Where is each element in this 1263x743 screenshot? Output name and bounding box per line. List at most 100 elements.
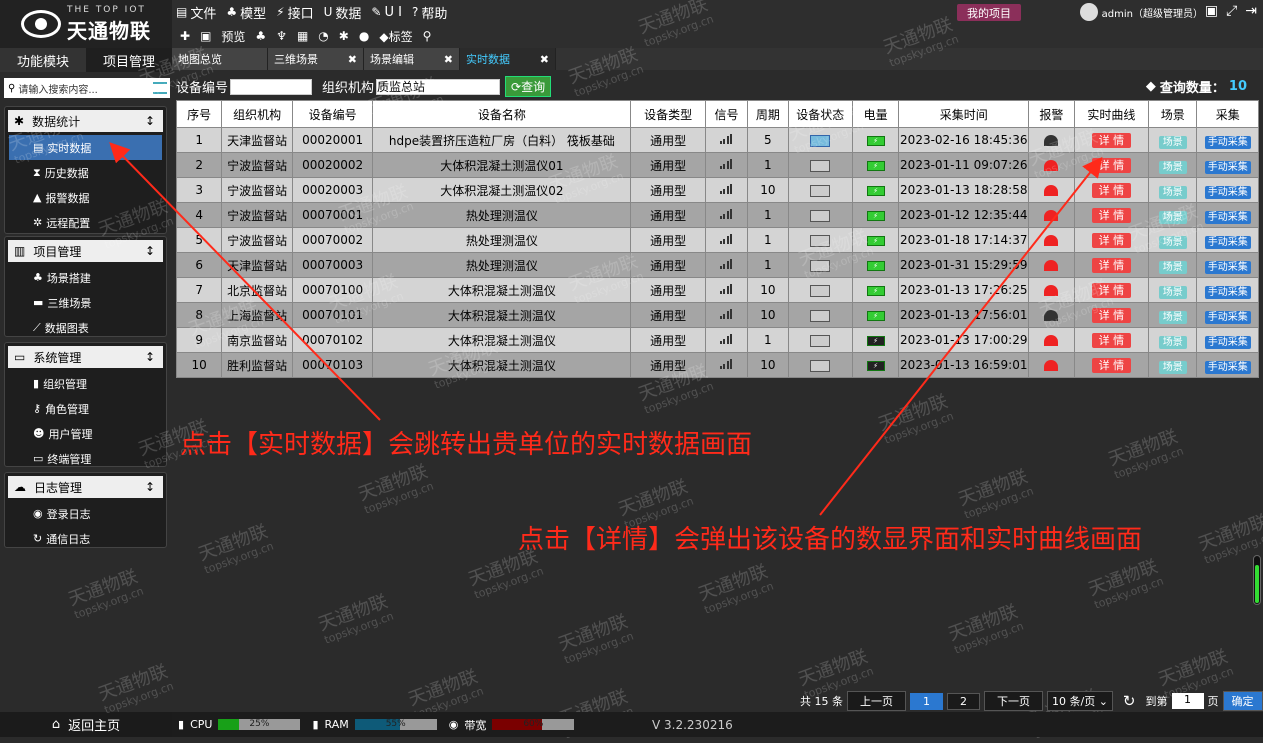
- scroll-indicator[interactable]: [1253, 555, 1261, 605]
- detail-button[interactable]: 详 情: [1091, 258, 1132, 273]
- page-size-select[interactable]: 10 条/页 ⌄: [1047, 691, 1113, 711]
- building-icon: ▮: [33, 377, 40, 390]
- cluster-icon[interactable]: ♣: [255, 29, 266, 43]
- group-header-project-mgmt[interactable]: ▥ 项目管理 ↕: [8, 240, 163, 262]
- scene-button[interactable]: 场景: [1158, 160, 1187, 174]
- info-icon[interactable]: ●: [359, 29, 369, 43]
- detail-button[interactable]: 详 情: [1091, 183, 1132, 198]
- refresh-icon[interactable]: ↻: [1123, 692, 1136, 710]
- close-icon[interactable]: ✖: [348, 53, 357, 66]
- fullscreen-icon[interactable]: ⤢: [1226, 3, 1237, 19]
- sidebar-item-login-log[interactable]: ◉ 登录日志: [5, 501, 166, 526]
- detail-button[interactable]: 详 情: [1091, 208, 1132, 223]
- sidebar-item-data-chart[interactable]: ⟋ 数据图表: [5, 315, 166, 340]
- cell-signal: [704, 152, 749, 178]
- preview-button[interactable]: 预览: [221, 28, 245, 45]
- confirm-page-button[interactable]: 确定: [1222, 691, 1263, 711]
- detail-button[interactable]: 详 情: [1091, 233, 1132, 248]
- gear-icon[interactable]: ✱: [339, 29, 349, 43]
- sidebar-item-org-mgmt[interactable]: ▮ 组织管理: [5, 371, 166, 396]
- alarm-light-icon: [1044, 260, 1059, 271]
- scene-button[interactable]: 场景: [1158, 360, 1187, 374]
- manual-collect-button[interactable]: 手动采集: [1204, 235, 1251, 249]
- scene-button[interactable]: 场景: [1158, 310, 1187, 324]
- table-row[interactable]: 5 宁波监督站 00070002 热处理测温仪 通用型 1 ⚡ 2023-01-18 17:1…: [175, 227, 1259, 253]
- watermark: 天通物联topsky.org.cn: [195, 520, 276, 577]
- device-no-input[interactable]: [230, 78, 313, 95]
- scene-button[interactable]: 场景: [1158, 135, 1187, 149]
- cell-scene: 场景: [1148, 127, 1198, 153]
- save-icon[interactable]: ▣: [200, 29, 211, 43]
- sidebar-item-comm-log[interactable]: ↻ 通信日志: [5, 526, 166, 551]
- manual-collect-button[interactable]: 手动采集: [1204, 160, 1251, 174]
- scene-button[interactable]: 场景: [1158, 185, 1187, 199]
- prev-page-button[interactable]: 上一页: [847, 691, 906, 711]
- sidebar-item-role-mgmt[interactable]: ⚷ 角色管理: [5, 396, 166, 421]
- query-button[interactable]: ⟳查询: [505, 76, 552, 97]
- id-card-icon[interactable]: ▣: [1205, 3, 1218, 19]
- cell-device-name: 大体积混凝土测温仪: [372, 327, 632, 353]
- table-row[interactable]: 6 天津监督站 00070003 热处理测温仪 通用型 1 ⚡ 2023-01-31 15:2…: [175, 252, 1259, 278]
- manual-collect-button[interactable]: 手动采集: [1204, 285, 1251, 299]
- watermark: 天通物联topsky.org.cn: [875, 390, 956, 447]
- my-project-button[interactable]: 我的项目: [957, 4, 1021, 21]
- manual-collect-button[interactable]: 手动采集: [1204, 360, 1251, 374]
- detail-button[interactable]: 详 情: [1091, 358, 1132, 373]
- device-status-icon: [810, 184, 831, 197]
- dashboard-icon[interactable]: ◔: [318, 29, 328, 43]
- cell-realtime-curve: 详 情: [1073, 327, 1150, 353]
- pin-icon[interactable]: ⚲: [423, 29, 432, 43]
- table-row[interactable]: 3 宁波监督站 00020003 大体积混凝土测温仪02 通用型 10 ⚡ 2023-01-1…: [175, 177, 1259, 203]
- tab-function-modules[interactable]: 功能模块: [0, 48, 86, 72]
- manual-collect-button[interactable]: 手动采集: [1204, 310, 1251, 324]
- home-button[interactable]: ⌂ 返回主页: [0, 712, 172, 737]
- menu-interface[interactable]: ⚡ 接口: [276, 3, 313, 22]
- menu-ui[interactable]: ✎ U I: [371, 5, 402, 20]
- table-row[interactable]: 10 胜利监督站 00070103 大体积混凝土测温仪 通用型 10 ⚡ 2023-01-13…: [175, 352, 1259, 378]
- menu-data[interactable]: U 数据: [324, 3, 362, 22]
- page-1-button[interactable]: 1: [910, 692, 943, 710]
- manual-collect-button[interactable]: 手动采集: [1204, 335, 1251, 349]
- menu-file[interactable]: ▤ 文件: [176, 3, 216, 22]
- sidebar-item-3d-scene[interactable]: ▬ 三维场景: [5, 290, 166, 315]
- sidebar-item-scene-build[interactable]: ♣ 场景搭建: [5, 265, 166, 290]
- page-2-button[interactable]: 2: [947, 692, 980, 710]
- sitemap-icon[interactable]: ▦: [297, 29, 308, 43]
- branch-icon[interactable]: ♆: [276, 29, 287, 43]
- line-chart-icon: ⟋: [33, 320, 41, 334]
- cpu-icon: ▮: [178, 718, 185, 731]
- group-header-system-mgmt[interactable]: ▭ 系统管理 ↕: [8, 346, 163, 368]
- logout-icon[interactable]: ⇥: [1245, 3, 1257, 19]
- add-icon[interactable]: ✚: [180, 29, 190, 43]
- scene-button[interactable]: 场景: [1158, 335, 1187, 349]
- table-row[interactable]: 9 南京监督站 00070102 大体积混凝土测温仪 通用型 1 ⚡ 2023-01-13 1…: [175, 327, 1259, 353]
- group-header-log-mgmt[interactable]: ☁ 日志管理 ↕: [8, 476, 163, 498]
- manual-collect-button[interactable]: 手动采集: [1204, 185, 1251, 199]
- cogs-icon: ✲: [33, 216, 43, 229]
- manual-collect-button[interactable]: 手动采集: [1204, 210, 1251, 224]
- alarm-light-icon: [1044, 210, 1059, 221]
- cell-org: 天津监督站: [221, 127, 293, 153]
- cell-collect: 手动采集: [1196, 227, 1259, 253]
- tab-realtime-data[interactable]: 实时数据 ✖: [460, 48, 556, 70]
- menu-model[interactable]: ♣ 模型: [226, 3, 266, 22]
- scene-button[interactable]: 场景: [1158, 285, 1187, 299]
- menu-help[interactable]: ? 帮助: [412, 3, 447, 22]
- column-header: 信号: [704, 100, 749, 128]
- tab-scene-edit[interactable]: 场景编辑 ✖: [364, 48, 460, 70]
- close-icon[interactable]: ✖: [540, 53, 549, 66]
- user-info[interactable]: admin（超级管理员）: [1079, 3, 1203, 21]
- manual-collect-button[interactable]: 手动采集: [1204, 135, 1251, 149]
- manual-collect-button[interactable]: 手动采集: [1204, 260, 1251, 274]
- cell-org: 宁波监督站: [221, 227, 293, 253]
- cell-index: 6: [175, 252, 223, 278]
- tag-button[interactable]: ◆标签: [379, 28, 412, 45]
- cell-alarm: [1028, 252, 1075, 278]
- watermark: 天通物联topsky.org.cn: [65, 565, 146, 622]
- page-number-input[interactable]: 1: [1171, 693, 1204, 709]
- tab-3d-scene[interactable]: 三维场景 ✖: [268, 48, 364, 70]
- next-page-button[interactable]: 下一页: [984, 691, 1043, 711]
- close-icon[interactable]: ✖: [444, 53, 453, 66]
- scene-button[interactable]: 场景: [1158, 260, 1187, 274]
- detail-button[interactable]: 详 情: [1091, 333, 1132, 348]
